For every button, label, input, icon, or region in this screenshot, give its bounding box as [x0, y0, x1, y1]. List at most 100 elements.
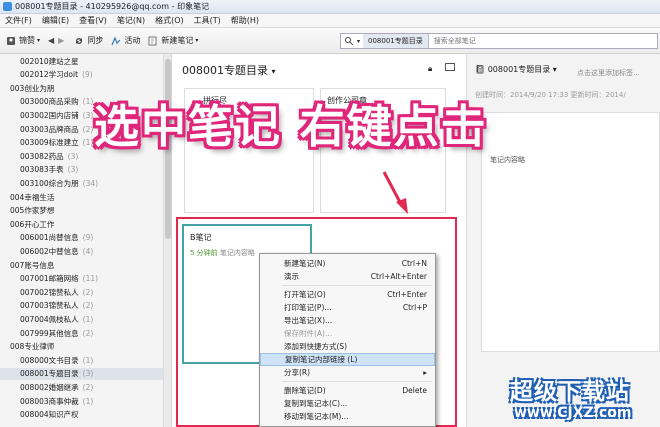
notebook-count: (1) — [82, 97, 94, 107]
sync-button[interactable]: 同步 — [74, 35, 103, 46]
context-menu-item[interactable]: 复制到笔记本(C)... — [260, 397, 435, 410]
notebook-count: (2) — [82, 328, 94, 338]
menu-item-label: 演示 — [284, 272, 299, 281]
menu-item-label: 删除笔记(D) — [284, 386, 326, 395]
notebook-count: (4) — [82, 246, 94, 256]
forward-arrow-icon[interactable]: ▶ — [58, 36, 64, 45]
chevron-down-icon[interactable]: ▾ — [357, 38, 360, 45]
context-menu-item[interactable]: 添加到快捷方式(S) — [260, 340, 435, 353]
context-menu-item[interactable]: 导出笔记(X)... — [260, 314, 435, 327]
menu-item[interactable]: 帮助(H) — [226, 15, 264, 26]
sidebar-notebook-item[interactable]: 002010建站之星 — [0, 55, 163, 67]
watermark-url: www.CJXZ.com — [514, 405, 632, 421]
notebook-count: (1) — [82, 138, 94, 148]
notebook-label: 008003商事仲裁 — [20, 396, 79, 406]
tag-input[interactable]: 点击这里添加标签... — [577, 68, 640, 78]
sidebar-notebook-item[interactable]: 006002中替信息 (4) — [0, 245, 163, 257]
menu-item-label: 复制到笔记本(C)... — [284, 399, 348, 408]
menu-item-label: 复制笔记内部链接 (L) — [285, 355, 358, 364]
sidebar-notebook-item[interactable]: 003083手表 (3) — [0, 164, 163, 176]
sidebar-notebook-item[interactable]: 005作家梦想 — [0, 205, 163, 217]
menu-item-label: 添加到快捷方式(S) — [284, 342, 348, 351]
notebook-count: (1) — [82, 314, 94, 324]
sidebar-notebook-item[interactable]: 008专业律师 — [0, 341, 163, 353]
note-notebook-selector[interactable]: 📓︎ 008001专题目录 ▾ — [475, 64, 557, 75]
notebook-label: 007999其他信息 — [20, 328, 79, 338]
context-menu-item[interactable]: 新建笔记(N) Ctrl+N — [260, 257, 435, 270]
sidebar-notebook-item[interactable]: 007999其他信息 (2) — [0, 327, 163, 339]
notebook-label: 007001邮箱网络 — [20, 274, 79, 284]
notebook-label: 004幸福生活 — [10, 192, 55, 202]
sidebar-notebook-item[interactable]: 008004知识产权 — [0, 409, 163, 421]
activity-button[interactable]: 活动 — [111, 35, 140, 46]
sidebar-notebook-item[interactable]: 008002婚姻继承 (2) — [0, 381, 163, 393]
sidebar-notebook-item[interactable]: 002012学习doit (9) — [0, 69, 163, 81]
sidebar-notebook-item[interactable]: 006001尚替信息 (9) — [0, 232, 163, 244]
new-note-button[interactable]: 新建笔记 ▾ — [148, 35, 198, 46]
context-menu-item[interactable]: 打开笔记(O) Ctrl+Enter — [260, 288, 435, 301]
notebook-label: 006001尚替信息 — [20, 233, 79, 243]
notebook-label: 008专业律师 — [10, 342, 55, 352]
menu-item-label: 移动到笔记本(M)... — [284, 412, 349, 421]
sidebar-notebook-item[interactable]: 007001邮箱网络 (11) — [0, 273, 163, 285]
notebook-count: (2) — [82, 287, 94, 297]
account-label: 锦赞 — [19, 36, 35, 45]
menu-item-shortcut: ▸ — [423, 368, 427, 377]
note-body[interactable]: 笔记内容略 — [481, 112, 660, 352]
notebook-count: (11) — [82, 274, 99, 284]
notebook-label: 002010建站之星 — [20, 56, 79, 66]
notebook-label: 008004知识产权 — [20, 410, 79, 420]
window-title: 008001专题目录 - 410295926@qq.com - 印象笔记 — [15, 2, 210, 11]
search-bar[interactable]: ▾ 008001专题目录 搜索全部笔记 — [340, 33, 658, 49]
sidebar-notebook-item[interactable]: 008000文书目录 (1) — [0, 354, 163, 366]
sidebar-notebook-item[interactable]: 007账号信息 — [0, 259, 163, 271]
notebook-title[interactable]: 008001专题目录 ▾ — [182, 62, 276, 78]
notebook-count: (3) — [67, 151, 79, 161]
sidebar-notebook-item[interactable]: 006开心工作 — [0, 218, 163, 230]
search-scope[interactable]: 008001专题目录 — [363, 34, 429, 48]
menu-item[interactable]: 编辑(E) — [37, 15, 74, 26]
notebook-label: 007004佩枝私人 — [20, 314, 79, 324]
evernote-window: 008001专题目录 - 410295926@qq.com - 印象笔记 文件(… — [0, 0, 660, 427]
menu-item[interactable]: 格式(O) — [150, 15, 189, 26]
sidebar-notebook-item[interactable]: 007003锦赞私人 (2) — [0, 300, 163, 312]
activity-icon — [111, 35, 121, 45]
sidebar-notebook-item[interactable]: 007004佩枝私人 (1) — [0, 313, 163, 325]
context-menu-item[interactable]: 演示 Ctrl+Alt+Enter — [260, 270, 435, 283]
sidebar-notebook-item[interactable]: 007002锦赞私人 (2) — [0, 286, 163, 298]
notebook-label: 006开心工作 — [10, 219, 55, 229]
notebook-count: (1) — [82, 396, 94, 406]
back-arrow-icon[interactable]: ◀ — [48, 36, 54, 45]
notebook-label: 003003品牌商品 — [20, 124, 79, 134]
note-body-text: 笔记内容略 — [490, 156, 525, 164]
context-menu-item[interactable]: 移动到笔记本(M)... — [260, 410, 435, 423]
context-menu-item[interactable]: 分享(R) ▸ — [260, 366, 435, 379]
tutorial-caption: 选中笔记 右键点击 — [94, 100, 488, 153]
notebook-label: 003100综合为朋 — [20, 178, 79, 188]
menu-item[interactable]: 笔记(N) — [112, 15, 150, 26]
lock-icon[interactable]: 🔒︎ — [428, 64, 432, 74]
sidebar-notebook-item[interactable]: 008003商事仲裁 (1) — [0, 395, 163, 407]
view-toggle-icon[interactable] — [445, 63, 455, 71]
pointer-arrow-icon — [382, 171, 408, 214]
menu-item[interactable]: 文件(F) — [0, 15, 37, 26]
menu-item-label: 打印笔记(P)... — [284, 303, 332, 312]
notebook-count: (3) — [82, 110, 94, 120]
context-menu-item[interactable]: 删除笔记(D) Delete — [260, 384, 435, 397]
account-button[interactable]: 锦赞 ▾ — [6, 35, 40, 46]
menu-item-shortcut: Ctrl+P — [402, 303, 427, 312]
notebook-count: (3) — [67, 165, 79, 175]
sidebar-notebook-item[interactable]: 004幸福生活 — [0, 191, 163, 203]
context-menu-item[interactable]: 打印笔记(P)... Ctrl+P — [260, 301, 435, 314]
context-menu-item[interactable]: 复制笔记内部链接 (L) — [260, 353, 435, 366]
notebook-label: 008001专题目录 — [20, 369, 79, 379]
notebook-count: (9) — [82, 70, 93, 80]
menu-item[interactable]: 工具(T) — [189, 15, 226, 26]
sidebar-notebook-item[interactable]: 003100综合为朋 (34) — [0, 177, 163, 189]
notebook-count: (2) — [82, 124, 94, 134]
menu-item[interactable]: 查看(V) — [74, 15, 112, 26]
sidebar-notebook-item[interactable]: 008001专题目录 (3) — [0, 367, 163, 380]
notebook-label: 008002婚姻继承 — [20, 382, 79, 392]
notebook-label: 007账号信息 — [10, 260, 55, 270]
search-input[interactable]: 搜索全部笔记 — [429, 36, 476, 46]
